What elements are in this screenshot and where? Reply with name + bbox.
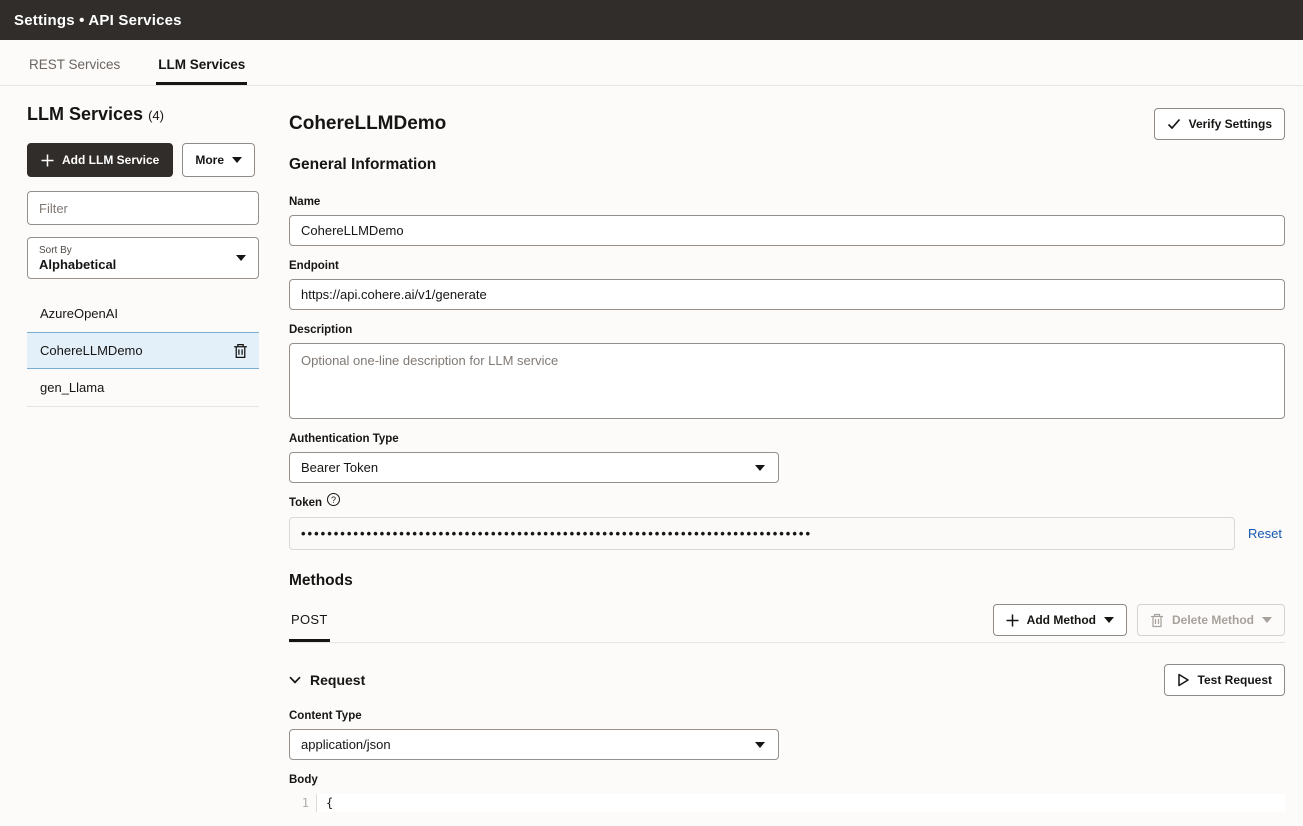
sort-by-dropdown[interactable]: Sort By Alphabetical <box>27 237 259 279</box>
chevron-down-icon <box>236 255 246 261</box>
content-type-label: Content Type <box>289 710 1285 722</box>
add-method-button[interactable]: Add Method <box>993 604 1127 636</box>
page-content: LLM Services (4) Add LLM Service More So… <box>0 86 1303 826</box>
play-icon <box>1177 673 1190 687</box>
token-label-row: Token ? <box>289 497 1285 510</box>
llm-services-sidebar: LLM Services (4) Add LLM Service More So… <box>0 86 259 407</box>
sidebar-title: LLM Services (4) <box>27 104 259 125</box>
auth-type-label: Authentication Type <box>289 433 1285 445</box>
chevron-down-icon <box>1262 617 1272 623</box>
methods-actions: Add Method Delete Method <box>993 604 1285 642</box>
sidebar-title-text: LLM Services <box>27 104 143 124</box>
top-header-bar: Settings • API Services <box>0 0 1303 40</box>
help-icon[interactable]: ? <box>327 493 340 506</box>
trash-icon <box>1150 613 1164 628</box>
service-detail-panel: CohereLLMDemo Verify Settings General In… <box>259 86 1303 826</box>
methods-heading: Methods <box>289 572 1285 590</box>
content-type-field-group: Content Type application/json <box>289 710 1285 760</box>
general-information-heading: General Information <box>289 156 1285 174</box>
plus-icon <box>41 154 54 167</box>
tab-post-method[interactable]: POST <box>289 600 330 642</box>
content-type-select[interactable]: application/json <box>289 729 779 760</box>
token-masked-value: ••••••••••••••••••••••••••••••••••••••••… <box>301 526 812 541</box>
more-button[interactable]: More <box>182 143 255 177</box>
llm-service-list-item[interactable]: gen_Llama <box>27 369 259 406</box>
test-request-button[interactable]: Test Request <box>1164 664 1285 696</box>
verify-settings-label: Verify Settings <box>1189 117 1272 131</box>
request-section-header: Request Test Request <box>289 664 1285 696</box>
trash-icon <box>233 343 248 359</box>
name-field-group: Name <box>289 196 1285 246</box>
code-line-text: { <box>317 794 333 812</box>
description-field-group: Description <box>289 324 1285 419</box>
service-item-label: AzureOpenAI <box>40 306 118 321</box>
detail-header: CohereLLMDemo Verify Settings <box>289 108 1285 140</box>
line-number: 1 <box>289 794 317 812</box>
description-label: Description <box>289 324 1285 336</box>
delete-service-button[interactable] <box>231 341 250 361</box>
name-label: Name <box>289 196 1285 208</box>
llm-service-list-item[interactable]: AzureOpenAI <box>27 295 259 332</box>
methods-tab-bar: POST Add Method Delete Method <box>289 600 1285 643</box>
chevron-down-icon <box>232 157 242 163</box>
delete-method-label: Delete Method <box>1172 613 1254 627</box>
chevron-down-icon <box>1104 617 1114 623</box>
sort-by-label: Sort By <box>39 245 116 256</box>
chevron-collapse-icon <box>289 676 301 684</box>
reset-token-link[interactable]: Reset <box>1248 526 1282 541</box>
auth-type-value: Bearer Token <box>301 460 378 475</box>
request-section-toggle[interactable]: Request <box>289 672 365 688</box>
endpoint-field-group: Endpoint <box>289 260 1285 310</box>
auth-type-field-group: Authentication Type Bearer Token <box>289 433 1285 483</box>
verify-settings-button[interactable]: Verify Settings <box>1154 108 1285 140</box>
body-label: Body <box>289 774 1285 786</box>
token-label: Token <box>289 497 322 509</box>
llm-service-list-item[interactable]: CohereLLMDemo <box>27 332 259 369</box>
chevron-down-icon <box>755 742 765 748</box>
filter-input[interactable] <box>27 191 259 225</box>
delete-method-button[interactable]: Delete Method <box>1137 604 1285 636</box>
endpoint-input[interactable] <box>289 279 1285 310</box>
token-input[interactable]: ••••••••••••••••••••••••••••••••••••••••… <box>289 517 1235 550</box>
add-llm-service-button[interactable]: Add LLM Service <box>27 143 173 177</box>
token-row: ••••••••••••••••••••••••••••••••••••••••… <box>289 517 1285 550</box>
request-section-label: Request <box>310 672 365 688</box>
name-input[interactable] <box>289 215 1285 246</box>
llm-service-list: AzureOpenAI CohereLLMDemo gen_Llama <box>27 295 259 407</box>
sort-by-content: Sort By Alphabetical <box>39 245 116 272</box>
tab-bar: REST Services LLM Services <box>0 40 1303 86</box>
description-input[interactable] <box>289 343 1285 419</box>
checkmark-icon <box>1167 118 1181 130</box>
tab-llm-services[interactable]: LLM Services <box>156 40 247 85</box>
endpoint-label: Endpoint <box>289 260 1285 272</box>
tab-rest-services[interactable]: REST Services <box>27 40 122 85</box>
token-field-group: Token ? ••••••••••••••••••••••••••••••••… <box>289 497 1285 550</box>
body-code-editor[interactable]: 1 { <box>289 794 1285 812</box>
content-type-value: application/json <box>301 737 391 752</box>
code-line-row: 1 { <box>289 794 1285 812</box>
sidebar-actions: Add LLM Service More <box>27 143 259 177</box>
page-title: Settings • API Services <box>14 12 182 29</box>
plus-icon <box>1006 614 1019 627</box>
add-llm-service-label: Add LLM Service <box>62 153 159 167</box>
auth-type-select[interactable]: Bearer Token <box>289 452 779 483</box>
test-request-label: Test Request <box>1198 673 1272 687</box>
sort-by-value: Alphabetical <box>39 257 116 272</box>
body-field-group: Body 1 { <box>289 774 1285 812</box>
service-count-badge: (4) <box>148 108 164 123</box>
service-title: CohereLLMDemo <box>289 113 446 135</box>
service-item-label: gen_Llama <box>40 380 104 395</box>
add-method-label: Add Method <box>1027 613 1096 627</box>
chevron-down-icon <box>755 465 765 471</box>
more-button-label: More <box>195 153 224 167</box>
service-item-label: CohereLLMDemo <box>40 343 143 358</box>
